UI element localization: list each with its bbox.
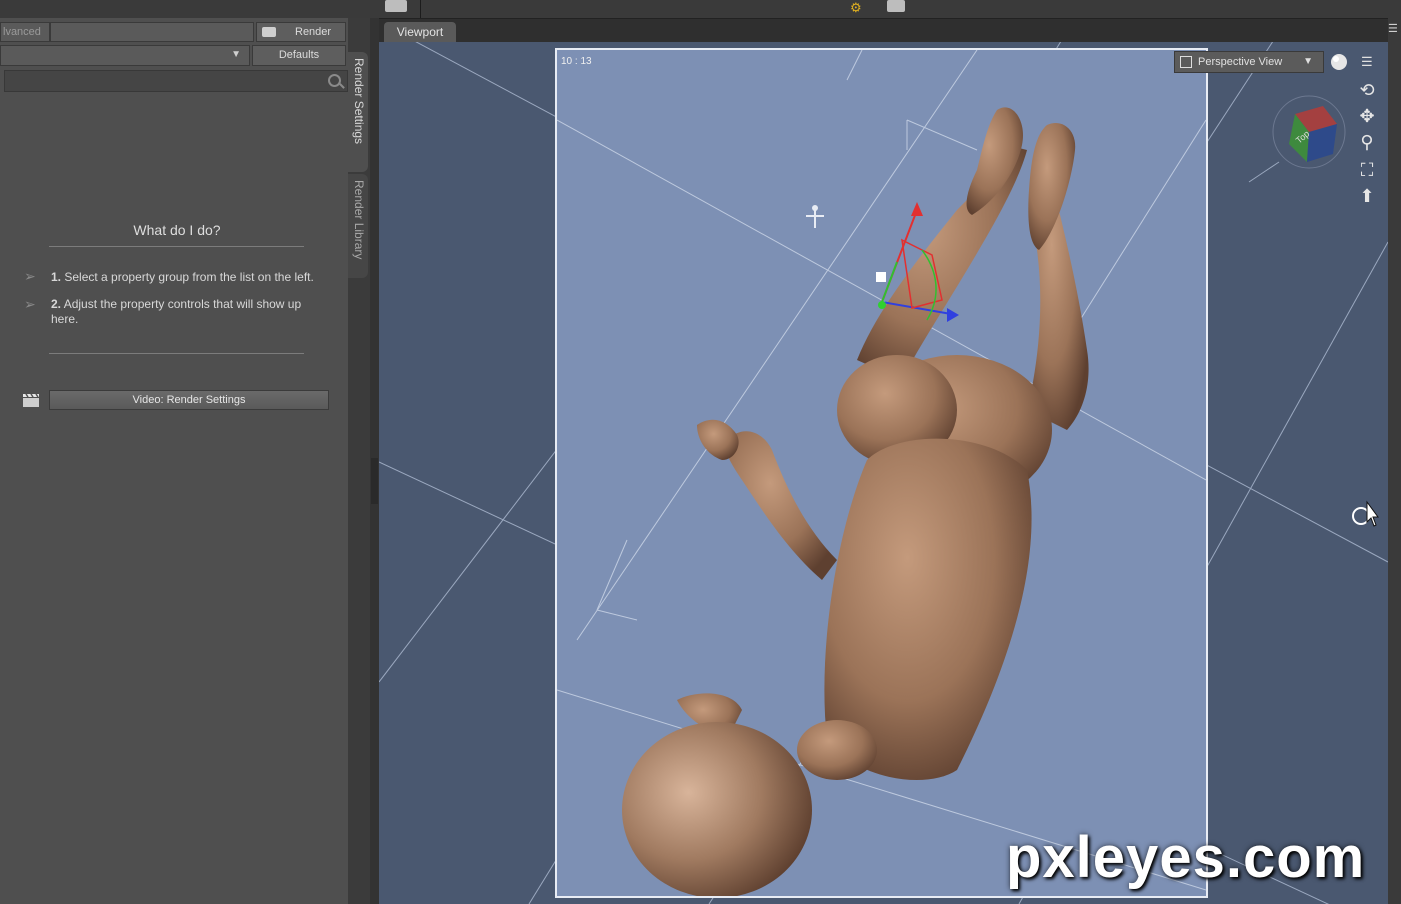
- search-input[interactable]: [4, 70, 348, 92]
- defaults-button[interactable]: Defaults: [252, 45, 346, 66]
- render-button-label: Render: [295, 26, 332, 38]
- camera-icon: [262, 27, 276, 37]
- render-status-icon[interactable]: ⚙: [850, 0, 872, 15]
- render-settings-pane: [0, 18, 348, 904]
- preset-select[interactable]: ▼: [0, 45, 250, 66]
- frame-icon[interactable]: ⛶: [1355, 158, 1379, 182]
- pane-splitter[interactable]: [370, 18, 379, 904]
- viewport-3d[interactable]: 10 : 13 Perspective View ▼ ☰ Top: [379, 42, 1388, 904]
- menu-icon[interactable]: ☰: [1361, 54, 1381, 72]
- advanced-tab-spacer: [50, 22, 254, 42]
- light-icon[interactable]: [806, 205, 824, 228]
- right-panel-strip: ☰: [1388, 18, 1401, 904]
- camera-icon[interactable]: [887, 0, 905, 12]
- help-title: What do I do?: [133, 222, 221, 238]
- search-icon[interactable]: [328, 74, 341, 87]
- splitter-handle[interactable]: [371, 458, 378, 504]
- top-toolbar: ⚙: [0, 0, 1401, 19]
- render-button[interactable]: Render: [256, 22, 346, 42]
- camera-frame: 10 : 13: [555, 48, 1208, 898]
- render-sphere-icon[interactable]: [1329, 52, 1351, 74]
- tab-advanced[interactable]: lvanced: [0, 22, 50, 42]
- view-icon: [1180, 56, 1192, 68]
- pointer-icon: ➢: [24, 268, 36, 284]
- chevron-down-icon: ▼: [1303, 56, 1313, 67]
- orbit-icon[interactable]: ⟲: [1355, 78, 1379, 102]
- clapperboard-icon: [23, 393, 39, 407]
- zoom-icon[interactable]: ⚲: [1355, 130, 1379, 154]
- chevron-down-icon: ▼: [231, 49, 241, 60]
- view-select[interactable]: Perspective View ▼: [1174, 51, 1324, 73]
- tab-render-settings[interactable]: Render Settings: [348, 52, 368, 172]
- toolbar-divider: [420, 0, 421, 18]
- view-select-label: Perspective View: [1198, 56, 1283, 68]
- watermark-text: pxleyes.com: [1006, 825, 1366, 890]
- pointer-icon: ➢: [24, 296, 36, 312]
- divider: [49, 246, 304, 247]
- pan-icon[interactable]: ✥: [1355, 104, 1379, 128]
- help-step-2: 2. Adjust the property controls that wil…: [51, 297, 302, 326]
- divider: [49, 353, 304, 354]
- menu-icon[interactable]: ☰: [1388, 22, 1401, 36]
- figure-render[interactable]: [557, 50, 1206, 896]
- side-tab-strip: Render Settings Render Library: [348, 18, 370, 904]
- camera-icon[interactable]: [385, 0, 407, 12]
- video-render-settings-button[interactable]: Video: Render Settings: [49, 390, 329, 410]
- tab-render-library[interactable]: Render Library: [348, 174, 368, 278]
- view-cube-icon[interactable]: Top: [1269, 92, 1349, 172]
- tab-viewport[interactable]: Viewport: [384, 22, 456, 43]
- cursor-icon: [1352, 500, 1379, 527]
- help-step-1: 1. Select a property group from the list…: [51, 270, 314, 284]
- reset-icon[interactable]: ⬆: [1355, 184, 1379, 208]
